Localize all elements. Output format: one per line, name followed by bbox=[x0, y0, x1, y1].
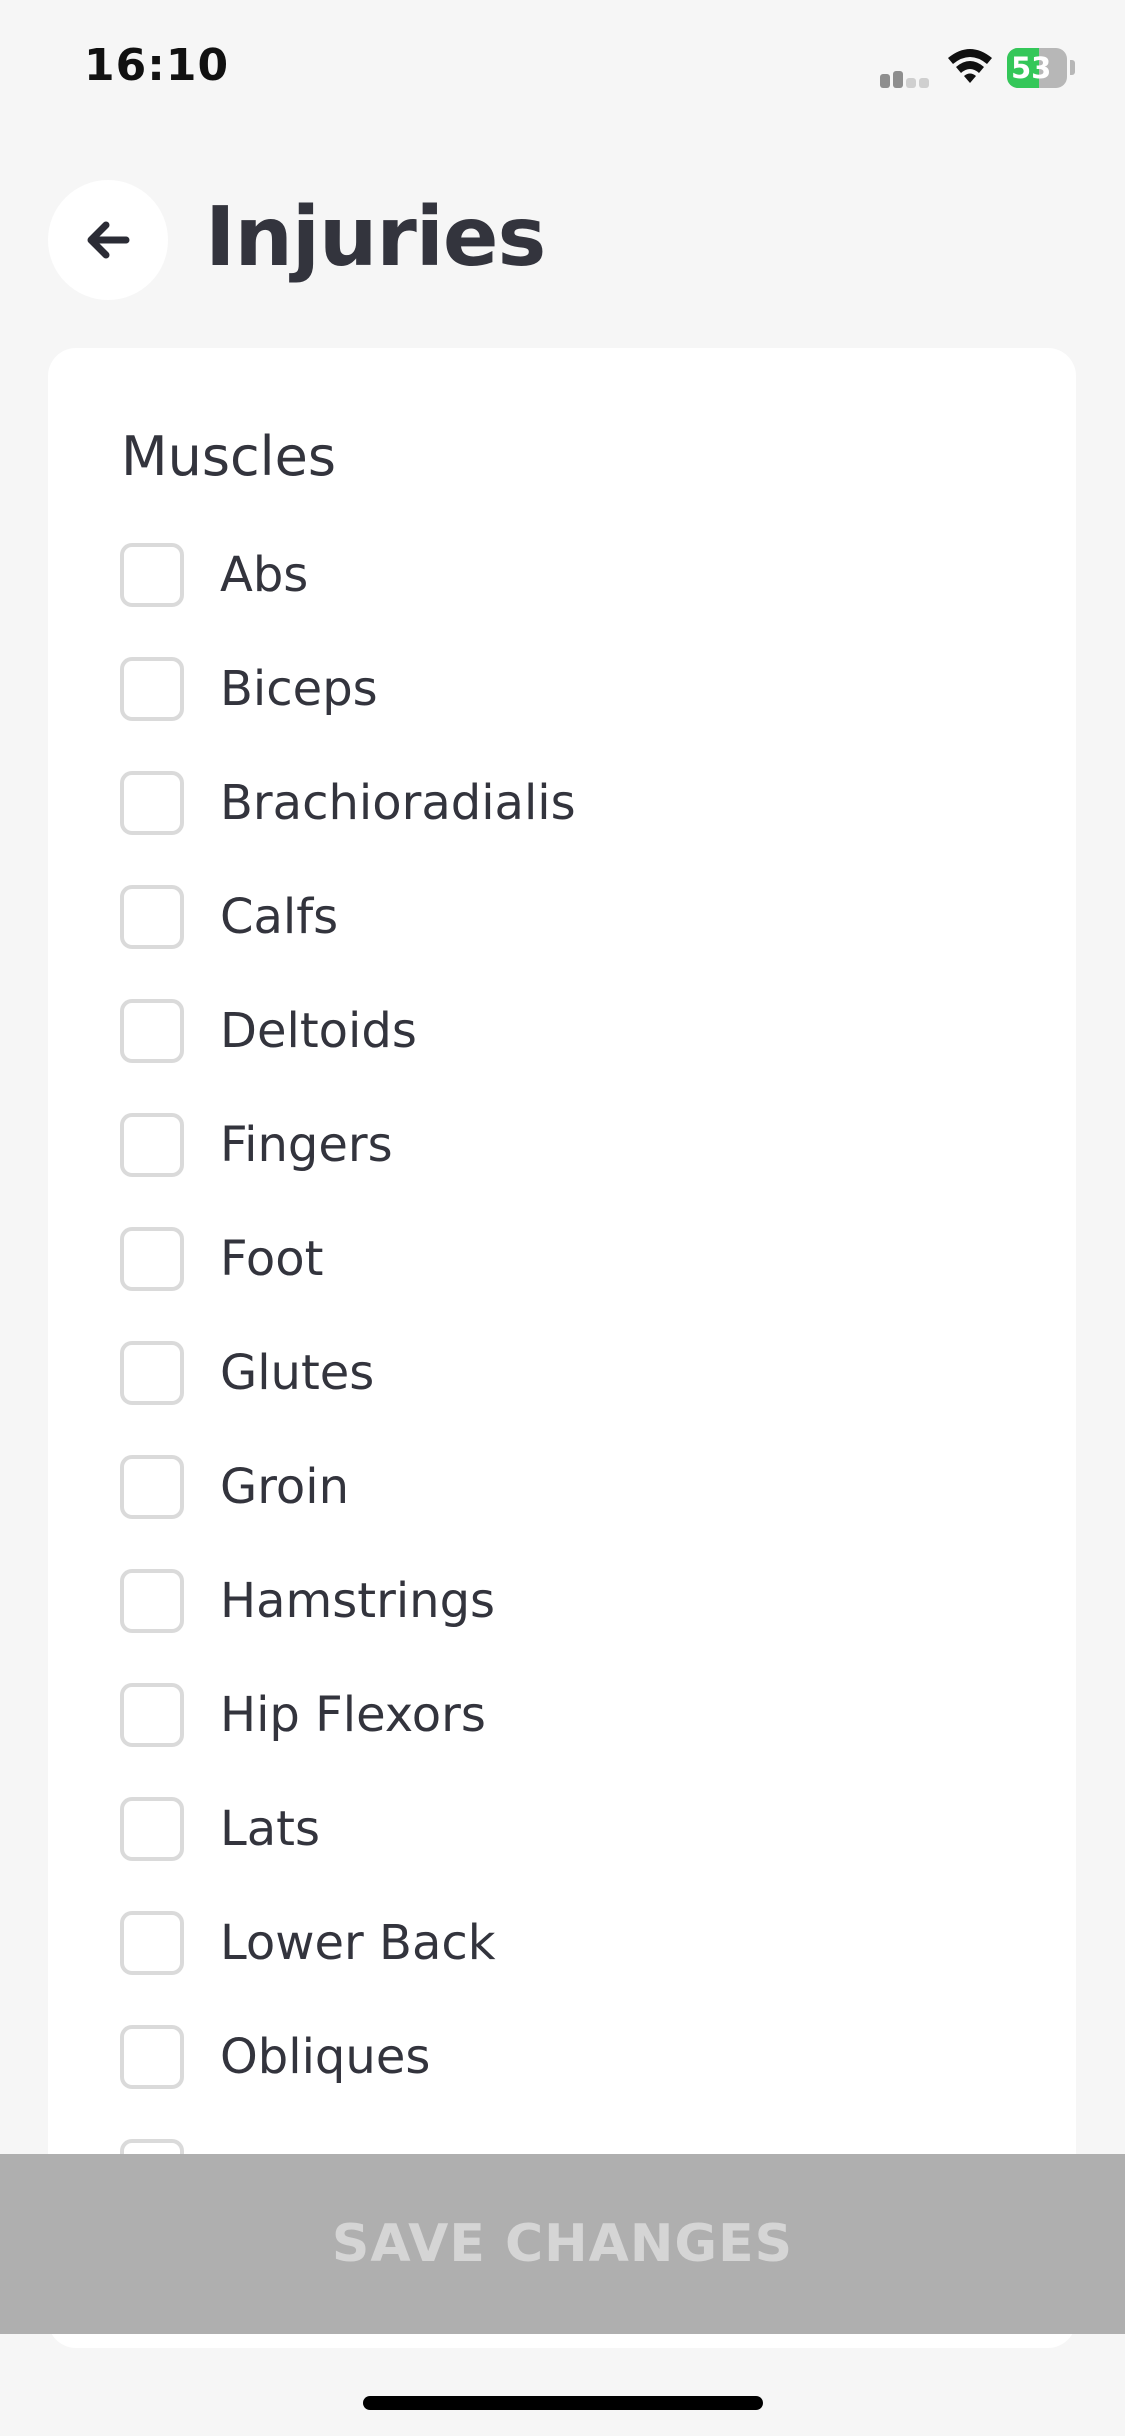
muscle-item-label: Calfs bbox=[220, 889, 339, 945]
save-changes-label: SAVE CHANGES bbox=[331, 2214, 794, 2274]
muscle-item-label: Brachioradialis bbox=[220, 775, 576, 831]
checkbox[interactable] bbox=[120, 1455, 184, 1519]
muscle-item[interactable]: Abs bbox=[120, 543, 820, 613]
checkbox[interactable] bbox=[120, 1569, 184, 1633]
checkbox[interactable] bbox=[120, 1227, 184, 1291]
muscle-item-label: Lats bbox=[220, 1801, 320, 1857]
checkbox[interactable] bbox=[120, 2139, 184, 2154]
muscle-item-label: Biceps bbox=[220, 661, 378, 717]
muscle-item[interactable]: Deltoids bbox=[120, 999, 820, 1069]
checkbox[interactable] bbox=[120, 1341, 184, 1405]
checkbox[interactable] bbox=[120, 1911, 184, 1975]
muscle-item[interactable]: Hamstrings bbox=[120, 1569, 820, 1639]
section-title-muscles: Muscles bbox=[121, 425, 336, 488]
muscle-item[interactable] bbox=[120, 2139, 820, 2154]
muscle-item-label: Hip Flexors bbox=[220, 1687, 486, 1743]
checkbox[interactable] bbox=[120, 657, 184, 721]
muscle-item[interactable]: Groin bbox=[120, 1455, 820, 1525]
muscle-item-label: Glutes bbox=[220, 1345, 375, 1401]
save-changes-button[interactable]: SAVE CHANGES bbox=[0, 2154, 1125, 2334]
checkbox[interactable] bbox=[120, 2025, 184, 2089]
checkbox[interactable] bbox=[120, 1683, 184, 1747]
muscle-item[interactable]: Glutes bbox=[120, 1341, 820, 1411]
muscle-item[interactable]: Fingers bbox=[120, 1113, 820, 1183]
muscle-item[interactable]: Brachioradialis bbox=[120, 771, 820, 841]
checkbox[interactable] bbox=[120, 543, 184, 607]
home-indicator bbox=[363, 2396, 763, 2410]
checkbox[interactable] bbox=[120, 885, 184, 949]
muscle-item-label: Lower Back bbox=[220, 1915, 496, 1971]
checkbox[interactable] bbox=[120, 1113, 184, 1177]
muscle-item-label: Groin bbox=[220, 1459, 349, 1515]
muscle-item[interactable]: Foot bbox=[120, 1227, 820, 1297]
muscle-item-label: Obliques bbox=[220, 2029, 431, 2085]
muscle-item-label: Abs bbox=[220, 547, 309, 603]
muscle-item[interactable]: Hip Flexors bbox=[120, 1683, 820, 1753]
muscle-item[interactable]: Lower Back bbox=[120, 1911, 820, 1981]
checkbox[interactable] bbox=[120, 1797, 184, 1861]
muscles-list: Muscles Abs Biceps Brachioradialis Calfs Del… bbox=[0, 0, 1125, 2154]
checkbox[interactable] bbox=[120, 999, 184, 1063]
muscle-item[interactable]: Calfs bbox=[120, 885, 820, 955]
muscle-item-label: Deltoids bbox=[220, 1003, 417, 1059]
checkbox[interactable] bbox=[120, 771, 184, 835]
muscle-item-label: Foot bbox=[220, 1231, 324, 1287]
muscle-item[interactable]: Lats bbox=[120, 1797, 820, 1867]
muscle-item-label: Fingers bbox=[220, 1117, 393, 1173]
muscle-item[interactable]: Obliques bbox=[120, 2025, 820, 2095]
muscle-item[interactable]: Biceps bbox=[120, 657, 820, 727]
muscle-item-label: Hamstrings bbox=[220, 1573, 496, 1629]
